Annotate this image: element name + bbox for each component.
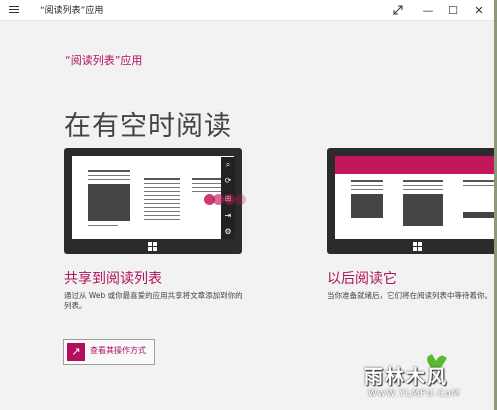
- read-later-section-title: 以后阅读它: [327, 271, 397, 287]
- see-how-button[interactable]: ↗ 查看其操作方式: [63, 339, 155, 365]
- search-icon: ⌕: [225, 160, 231, 169]
- title-bar: “阅读列表”应用 — ☐ ✕: [0, 0, 494, 21]
- hamburger-icon[interactable]: [9, 4, 23, 16]
- expand-icon[interactable]: [383, 0, 413, 20]
- share-section-title: 共享到阅读列表: [64, 271, 162, 287]
- watermark-text: 雨林木风: [364, 366, 449, 388]
- tablet-screen: [335, 156, 494, 239]
- arrow-up-right-icon: ↗: [67, 343, 85, 361]
- watermark-url: WwW.YLMFU.CoM: [368, 389, 461, 399]
- read-later-illustration: [327, 148, 494, 254]
- windows-logo-icon: [413, 242, 423, 252]
- settings-icon: ⚙: [224, 227, 232, 236]
- share-animation-dot: [213, 194, 224, 205]
- share-animation-dot: [224, 194, 235, 205]
- app-window: “阅读列表”应用 — ☐ ✕ “阅读列表”应用 在有空时阅读 ⌕ ⟳ ⊞ ⇥ ⚙…: [0, 0, 494, 410]
- app-heading: “阅读列表”应用: [65, 54, 143, 67]
- see-how-label: 查看其操作方式: [90, 346, 146, 355]
- windows-logo-icon: [148, 242, 158, 252]
- window-title: “阅读列表”应用: [40, 6, 104, 16]
- hero-title: 在有空时阅读: [64, 111, 232, 142]
- share-animation-dot: [235, 194, 246, 205]
- devices-icon: ⇥: [224, 211, 232, 220]
- share-section-desc: 通过从 Web 或你最喜爱的应用共享将文章添加到你的 列表。: [64, 291, 243, 310]
- watermark-logo: 雨林木风 WwW.YLMFU.CoM: [362, 353, 494, 407]
- share-icon: ⟳: [224, 176, 232, 185]
- close-button[interactable]: ✕: [464, 0, 494, 20]
- read-later-section-desc: 当你准备就绪后，它们将在阅读列表中等待着你。: [327, 291, 492, 300]
